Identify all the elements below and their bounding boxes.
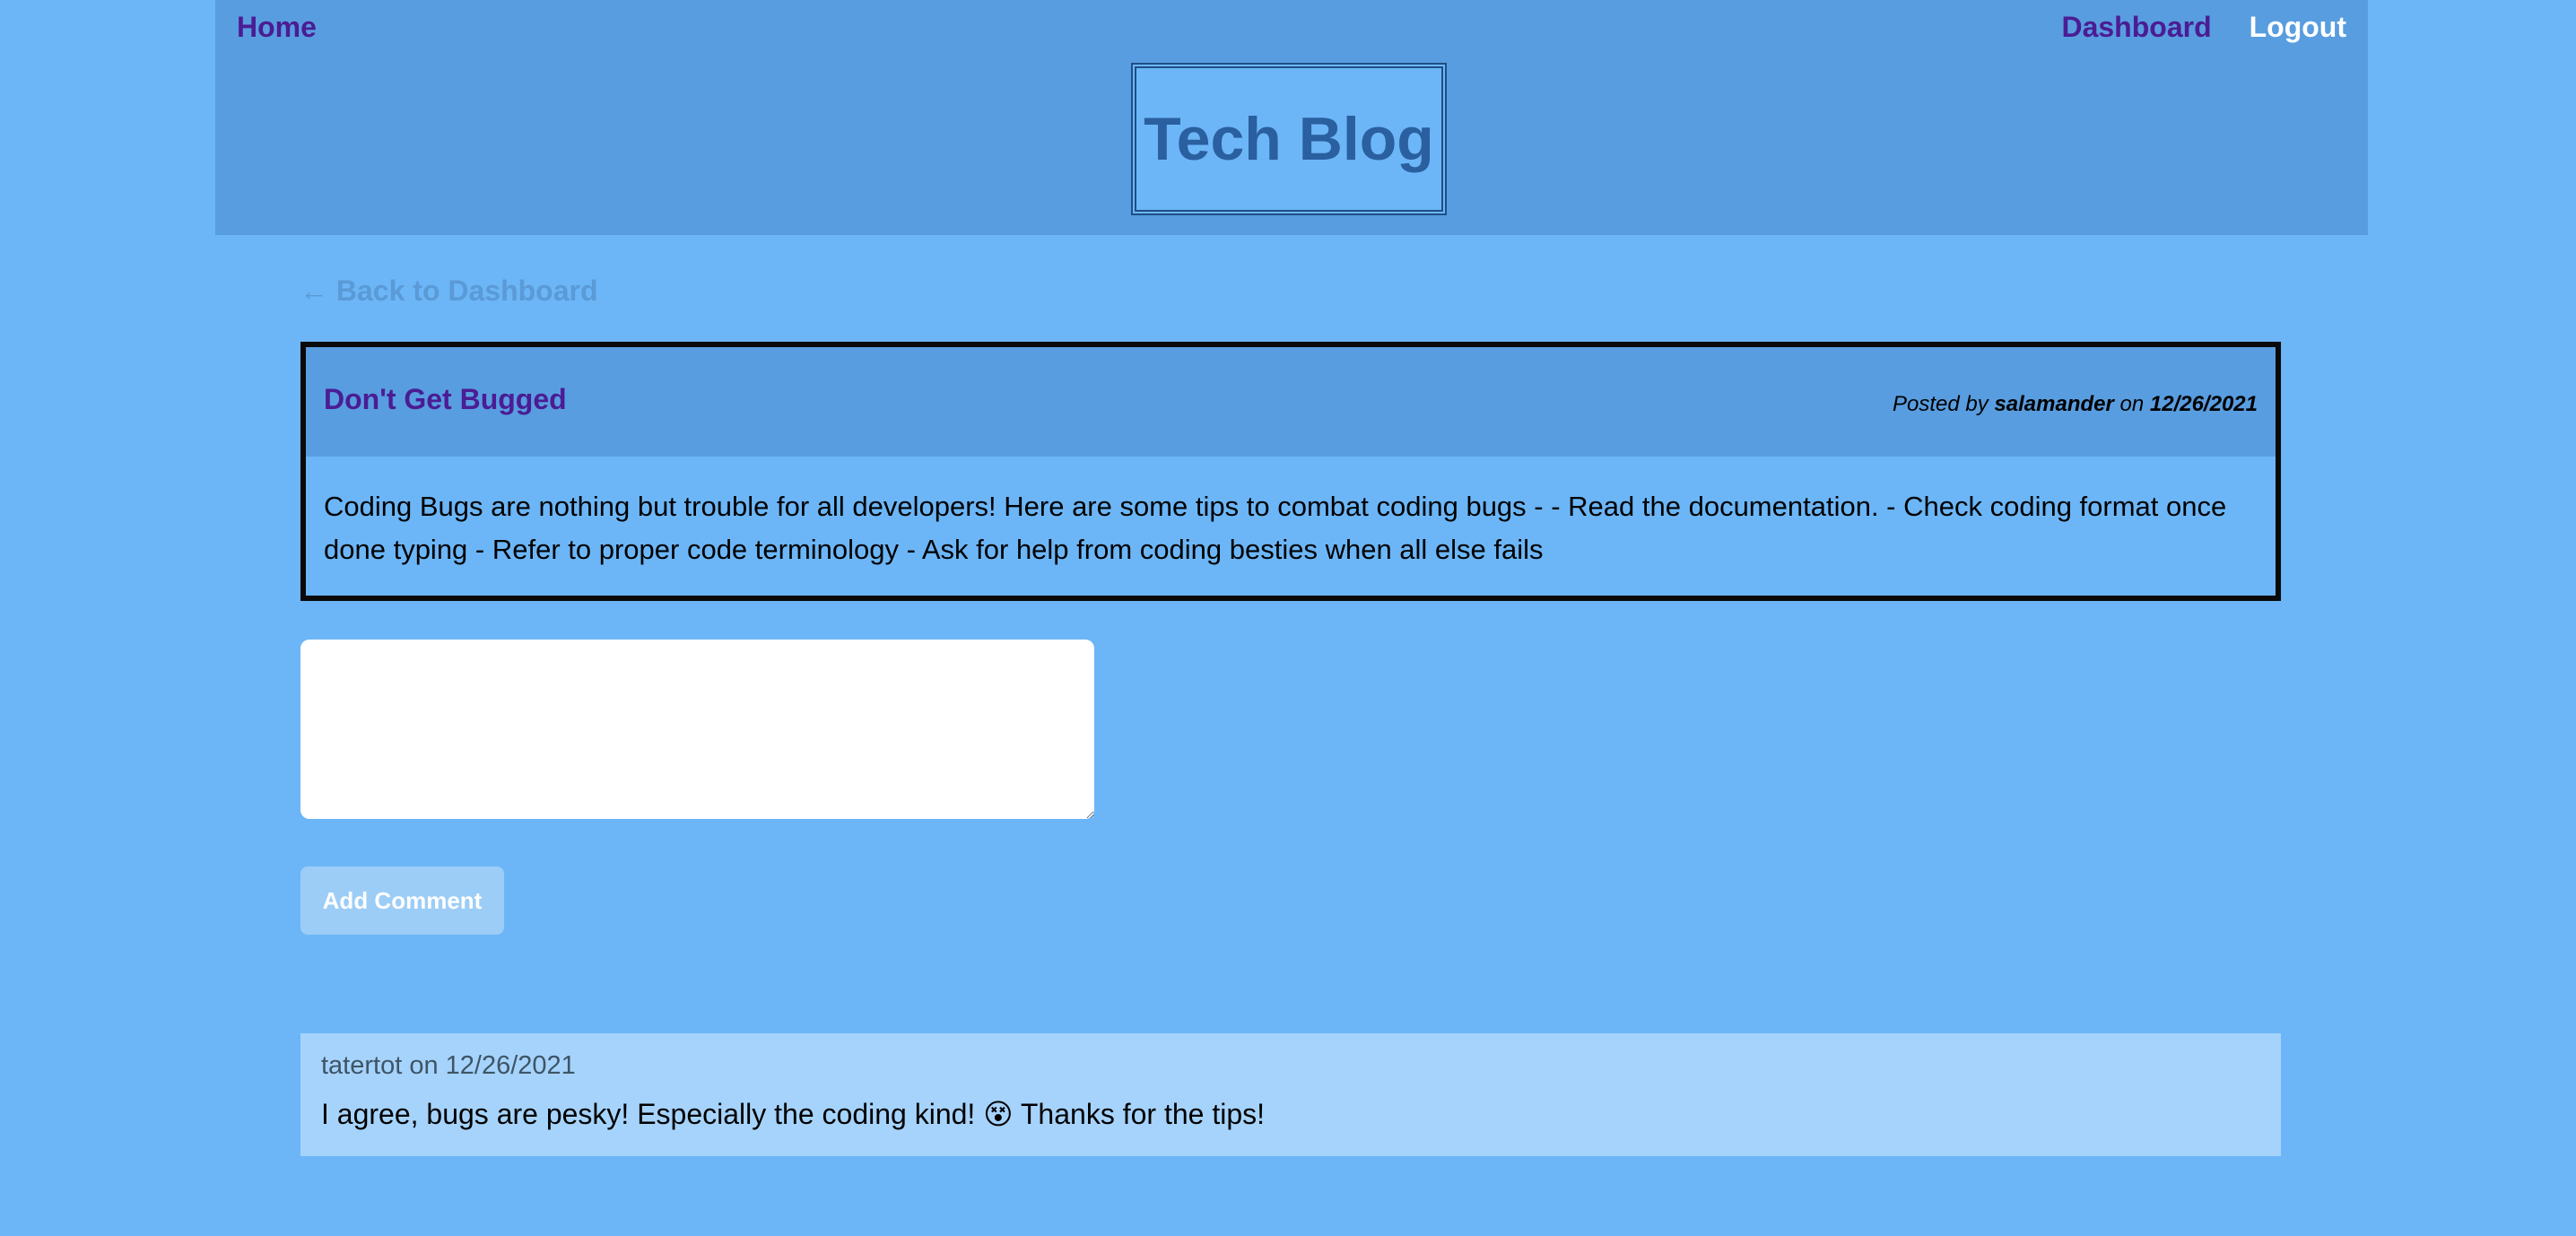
nav-home-link[interactable]: Home xyxy=(237,11,317,44)
back-to-dashboard-link[interactable]: ← Back to Dashboard xyxy=(300,274,598,308)
comment-input[interactable] xyxy=(300,640,1094,819)
site-header: Home Dashboard Logout Tech Blog xyxy=(215,0,2368,235)
nav-dashboard-link[interactable]: Dashboard xyxy=(2061,11,2211,44)
page: Home Dashboard Logout Tech Blog ← Back t… xyxy=(0,0,2576,1236)
add-comment-button[interactable]: Add Comment xyxy=(300,866,504,935)
post-meta-prefix: Posted by xyxy=(1893,392,1995,416)
post-meta-on: on xyxy=(2113,392,2150,416)
nav-logout-link[interactable]: Logout xyxy=(2250,11,2346,44)
comment-text: I agree, bugs are pesky! Especially the … xyxy=(321,1098,1265,1130)
post-date: 12/26/2021 xyxy=(2149,392,2258,416)
post-body: Coding Bugs are nothing but trouble for … xyxy=(324,491,2227,565)
post-meta: Posted by salamander on 12/26/2021 xyxy=(1893,392,2258,417)
nav-right: Dashboard Logout xyxy=(2061,11,2346,44)
site-title: Tech Blog xyxy=(1131,63,1447,215)
post-card: Don't Get Bugged Posted by salamander on… xyxy=(300,342,2281,601)
post-title: Don't Get Bugged xyxy=(324,383,567,415)
post-header: Don't Get Bugged Posted by salamander on… xyxy=(306,347,2276,457)
comment-item: tatertot on 12/26/2021 I agree, bugs are… xyxy=(300,1033,2281,1156)
post-author: salamander xyxy=(1994,392,2114,416)
comment-meta: tatertot on 12/26/2021 xyxy=(321,1051,576,1080)
